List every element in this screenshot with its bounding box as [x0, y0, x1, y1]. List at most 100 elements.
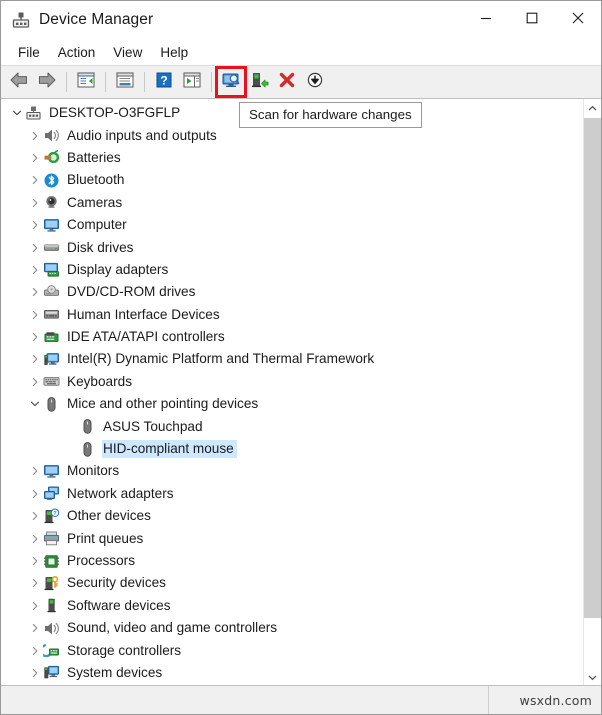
chevron-right-icon[interactable]	[27, 351, 43, 367]
chevron-up-icon	[588, 99, 597, 117]
chevron-right-icon[interactable]	[27, 665, 43, 681]
other-device-icon: ?	[43, 508, 60, 525]
chevron-down-icon[interactable]	[27, 396, 43, 412]
tree-row[interactable]: Batteries	[1, 147, 583, 169]
status-bar-right-pane: wsxdn.com	[489, 686, 601, 714]
tree-row[interactable]: HID-compliant mouse	[1, 438, 583, 460]
tree-row[interactable]: Monitors	[1, 460, 583, 482]
tree-row[interactable]: Display adapters	[1, 259, 583, 281]
tree-row[interactable]: Processors	[1, 550, 583, 572]
menu-file[interactable]: File	[9, 42, 49, 63]
chevron-right-icon[interactable]	[27, 643, 43, 659]
scan-for-hardware-changes-button[interactable]	[215, 66, 247, 98]
disable-device-button[interactable]	[301, 68, 329, 96]
title-bar: Device Manager	[1, 1, 601, 39]
bluetooth-icon	[43, 172, 60, 189]
computer-root-icon	[25, 105, 42, 122]
chevron-down-icon[interactable]	[9, 105, 25, 121]
close-button[interactable]	[555, 1, 601, 39]
chevron-right-icon[interactable]	[27, 329, 43, 345]
toolbar-separator	[66, 72, 67, 92]
mouse-icon	[43, 396, 60, 413]
vertical-scrollbar[interactable]	[583, 99, 601, 685]
chevron-right-icon[interactable]	[27, 531, 43, 547]
tree-row[interactable]: Cameras	[1, 192, 583, 214]
tree-row-label: Batteries	[67, 149, 121, 165]
tree-row-label: Human Interface Devices	[67, 306, 220, 322]
tree-row[interactable]: Storage controllers	[1, 639, 583, 661]
update-driver-button[interactable]	[245, 68, 273, 96]
tree-row[interactable]: Mice and other pointing devices	[1, 393, 583, 415]
tree-row[interactable]: Bluetooth	[1, 169, 583, 191]
device-manager-icon	[11, 10, 31, 30]
menu-action[interactable]: Action	[49, 42, 105, 63]
chevron-right-icon[interactable]	[27, 240, 43, 256]
minimize-button[interactable]	[463, 1, 509, 39]
device-tree[interactable]: DESKTOP-O3FGFLP Audio inputs and outputs B…	[1, 99, 583, 685]
help-button[interactable]: ?	[150, 68, 178, 96]
chevron-right-icon[interactable]	[27, 575, 43, 591]
chevron-right-icon[interactable]	[27, 307, 43, 323]
properties-icon	[115, 71, 135, 94]
show-hide-action-pane-button[interactable]	[178, 68, 206, 96]
chevron-right-icon[interactable]	[27, 172, 43, 188]
window-title: Device Manager	[39, 11, 154, 28]
chevron-down-icon	[588, 668, 597, 686]
tree-row[interactable]: ASUS Touchpad	[1, 415, 583, 437]
chevron-right-icon[interactable]	[27, 598, 43, 614]
tree-row-label: DVD/CD-ROM drives	[67, 284, 196, 300]
uninstall-device-button[interactable]	[273, 68, 301, 96]
tree-row[interactable]: Security devices	[1, 572, 583, 594]
tree-row-label: DESKTOP-O3FGFLP	[49, 105, 181, 121]
chevron-right-icon[interactable]	[27, 128, 43, 144]
chevron-right-icon[interactable]	[27, 195, 43, 211]
tree-row[interactable]: Network adapters	[1, 483, 583, 505]
tree-row[interactable]: Disk drives	[1, 236, 583, 258]
tree-row-label: Print queues	[67, 530, 144, 546]
menu-help[interactable]: Help	[151, 42, 197, 63]
tree-row[interactable]: System devices	[1, 662, 583, 684]
action-pane-icon	[182, 71, 202, 94]
tree-row-label: HID-compliant mouse	[102, 440, 237, 459]
chevron-right-icon[interactable]	[27, 217, 43, 233]
tree-row[interactable]: Computer	[1, 214, 583, 236]
scrollbar-up-button[interactable]	[584, 99, 601, 116]
chevron-right-icon[interactable]	[27, 262, 43, 278]
tree-row[interactable]: Intel(R) Dynamic Platform and Thermal Fr…	[1, 348, 583, 370]
mouse-icon	[79, 441, 96, 458]
tree-row[interactable]: ? Other devices	[1, 505, 583, 527]
show-hide-console-tree-button[interactable]	[72, 68, 100, 96]
tree-row[interactable]: Human Interface Devices	[1, 304, 583, 326]
tree-row[interactable]: DVD/CD-ROM drives	[1, 281, 583, 303]
scrollbar-thumb[interactable]	[584, 118, 601, 618]
help-question-icon: ?	[154, 71, 174, 94]
maximize-button[interactable]	[509, 1, 555, 39]
back-button[interactable]	[5, 68, 33, 96]
menu-view[interactable]: View	[104, 42, 151, 63]
tooltip-scan-for-hardware-changes: Scan for hardware changes	[239, 102, 422, 128]
chevron-right-icon[interactable]	[27, 463, 43, 479]
chevron-right-icon[interactable]	[27, 486, 43, 502]
chevron-right-icon[interactable]	[27, 150, 43, 166]
tree-row[interactable]: Keyboards	[1, 371, 583, 393]
tree-row-label: Keyboards	[67, 373, 132, 389]
scrollbar-track[interactable]	[584, 116, 601, 668]
scrollbar-down-button[interactable]	[584, 668, 601, 685]
tree-row[interactable]: Sound, video and game controllers	[1, 617, 583, 639]
printer-icon	[43, 530, 60, 547]
tree-row-label: Mice and other pointing devices	[67, 396, 259, 412]
tree-row[interactable]: IDE ATA/ATAPI controllers	[1, 326, 583, 348]
tree-row-label: Audio inputs and outputs	[67, 127, 217, 143]
chevron-right-icon[interactable]	[27, 374, 43, 390]
mouse-icon	[79, 418, 96, 435]
properties-button[interactable]	[111, 68, 139, 96]
tree-row-label: Cameras	[67, 194, 123, 210]
chevron-right-icon[interactable]	[27, 620, 43, 636]
tree-row-label: Intel(R) Dynamic Platform and Thermal Fr…	[67, 351, 375, 367]
chevron-right-icon[interactable]	[27, 508, 43, 524]
chevron-right-icon[interactable]	[27, 553, 43, 569]
forward-button[interactable]	[33, 68, 61, 96]
tree-row[interactable]: Print queues	[1, 527, 583, 549]
tree-row[interactable]: Software devices	[1, 595, 583, 617]
chevron-right-icon[interactable]	[27, 284, 43, 300]
